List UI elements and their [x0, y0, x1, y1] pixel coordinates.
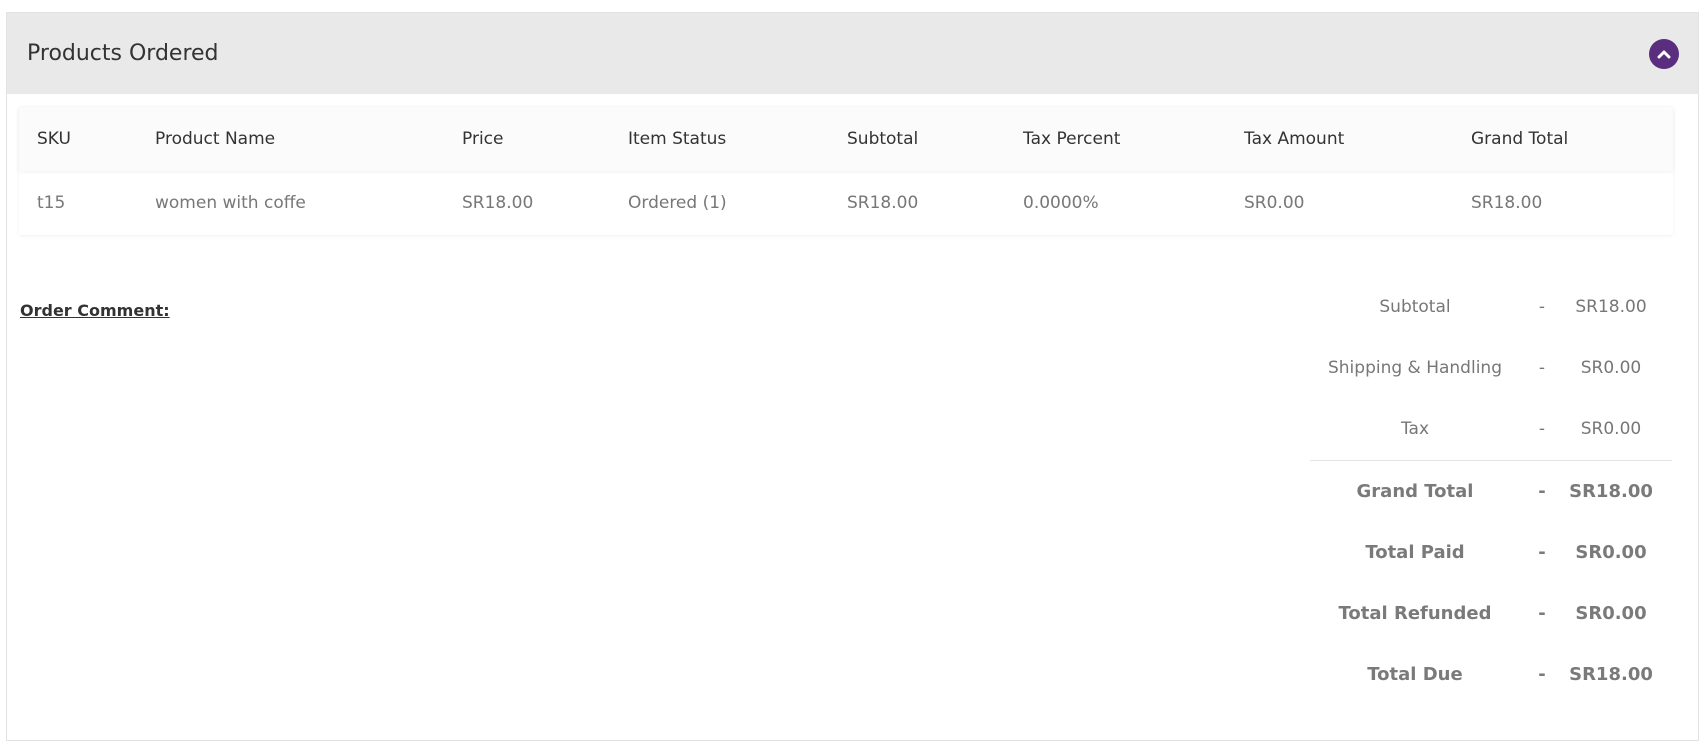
totals-label: Shipping & Handling [1327, 358, 1502, 378]
totals-value: SR0.00 [1580, 419, 1642, 439]
chevron-up-icon [1657, 50, 1671, 58]
totals-row-shipping: Shipping & Handling - SR0.00 [1310, 338, 1672, 399]
totals-separator: - [1538, 481, 1546, 502]
table-header-row: SKU Product Name Price Item Status Subto… [19, 107, 1673, 171]
totals-row-tax: Tax - SR0.00 [1310, 399, 1672, 460]
cell-product-name: women with coffe [155, 193, 306, 213]
totals-label: Total Refunded [1338, 603, 1492, 624]
column-header-sku: SKU [37, 129, 71, 149]
column-header-tax-amount: Tax Amount [1244, 129, 1345, 149]
cell-subtotal: SR18.00 [847, 193, 919, 213]
cell-price: SR18.00 [462, 193, 534, 213]
totals-label: Grand Total [1356, 481, 1474, 502]
cell-tax-amount: SR0.00 [1244, 193, 1305, 213]
column-header-product-name: Product Name [155, 129, 276, 149]
column-header-grand-total: Grand Total [1471, 129, 1569, 149]
products-table: SKU Product Name Price Item Status Subto… [19, 107, 1673, 235]
totals-separator: - [1538, 419, 1546, 439]
totals-separator: - [1538, 358, 1546, 378]
totals-value: SR0.00 [1580, 358, 1642, 378]
totals-separator: - [1538, 603, 1546, 624]
totals-separator: - [1538, 664, 1546, 685]
table-row: t15 women with coffe SR18.00 Ordered (1)… [19, 171, 1673, 235]
panel-title: Products Ordered [27, 41, 219, 66]
totals-row-total-paid: Total Paid - SR0.00 [1310, 522, 1672, 583]
cell-item-status: Ordered (1) [628, 193, 727, 213]
cell-sku: t15 [37, 193, 66, 213]
column-header-price: Price [462, 129, 504, 149]
collapse-button[interactable] [1649, 38, 1679, 69]
column-header-subtotal: Subtotal [847, 129, 919, 149]
totals-label: Total Due [1367, 664, 1463, 685]
totals-value: SR18.00 [1575, 297, 1647, 317]
order-comment-label: Order Comment: [20, 301, 170, 320]
column-header-tax-percent: Tax Percent [1023, 129, 1121, 149]
totals-label: Total Paid [1365, 542, 1465, 563]
cell-tax-percent: 0.0000% [1023, 193, 1099, 213]
totals-row-total-refunded: Total Refunded - SR0.00 [1310, 583, 1672, 644]
totals-value: SR0.00 [1575, 603, 1647, 624]
totals-separator: - [1538, 542, 1546, 563]
totals-value: SR0.00 [1575, 542, 1647, 563]
totals-row-total-due: Total Due - SR18.00 [1310, 644, 1672, 705]
panel-header[interactable]: Products Ordered [7, 13, 1698, 94]
order-totals: Subtotal - SR18.00 Shipping & Handling -… [1310, 277, 1672, 705]
totals-row-subtotal: Subtotal - SR18.00 [1310, 277, 1672, 338]
totals-label: Tax [1400, 419, 1430, 439]
totals-separator: - [1538, 297, 1546, 317]
totals-value: SR18.00 [1569, 664, 1653, 685]
totals-row-grand-total: Grand Total - SR18.00 [1310, 461, 1672, 522]
totals-label: Subtotal [1379, 297, 1451, 317]
column-header-item-status: Item Status [628, 129, 727, 149]
totals-value: SR18.00 [1569, 481, 1653, 502]
cell-grand-total: SR18.00 [1471, 193, 1543, 213]
